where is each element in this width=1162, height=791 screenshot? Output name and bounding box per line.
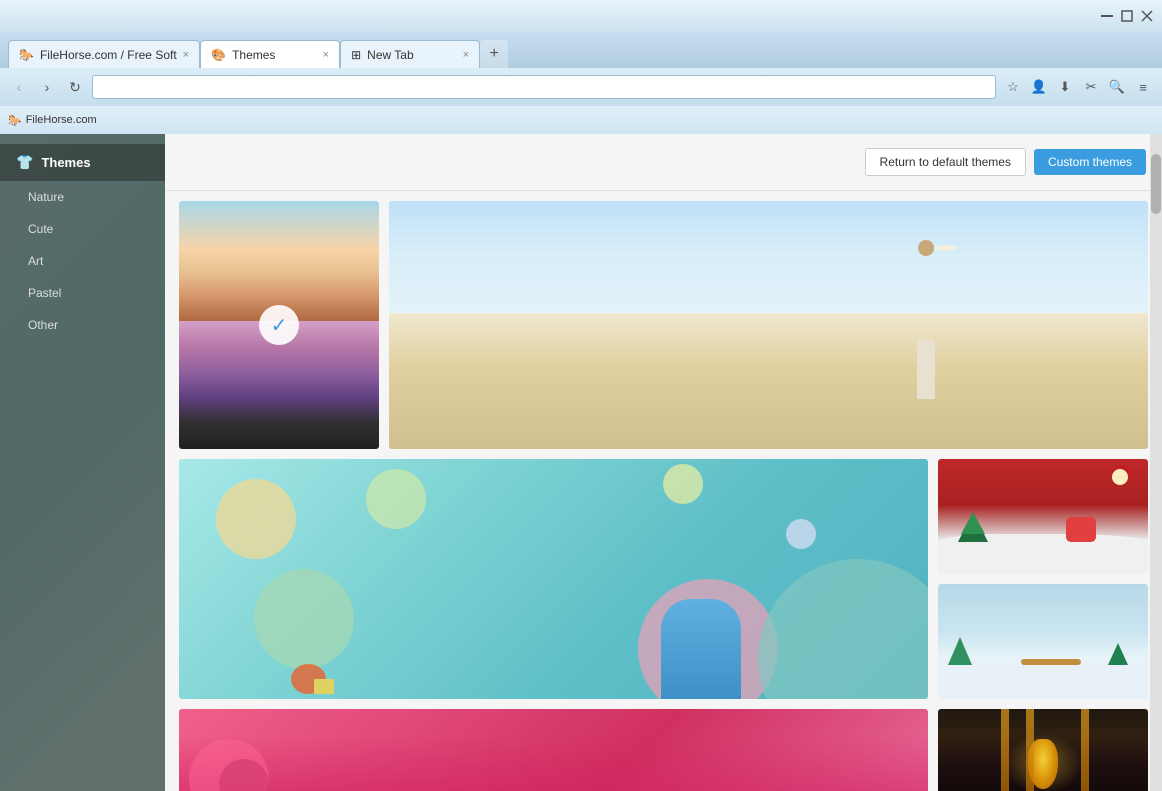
browser-window: 🐎 FileHorse.com / Free Soft × 🎨 Themes ×… [0,0,1162,134]
toy-blocks [314,679,334,694]
theme-top-half [179,201,379,321]
girl-hat [934,245,958,251]
return-default-button[interactable]: Return to default themes [865,148,1026,176]
theme-sunset-mountain[interactable]: ✓ [179,201,379,449]
tab-favicon: 🐎 [19,48,34,62]
tab-label: FileHorse.com / Free Soft [40,48,177,62]
maximize-button[interactable] [1120,9,1134,23]
tab-close-filehorse[interactable]: × [183,49,189,61]
selected-checkmark: ✓ [259,305,299,345]
tab-favicon-newtab: ⊞ [351,48,361,62]
theme-colorful-bubbles[interactable] [179,459,928,699]
custom-themes-button[interactable]: Custom themes [1034,149,1146,175]
sled-area [1001,655,1127,665]
bookmark-filehorse[interactable]: 🐎 FileHorse.com [8,114,97,127]
toolbar-icons: ☆ 👤 ⬇ ✂ 🔍 ≡ [1002,76,1154,98]
theme-beach-girl[interactable] [389,201,1148,449]
bubbles-background [179,459,928,699]
beach-background [389,201,1148,449]
minimize-button[interactable] [1100,9,1114,23]
theme-lantern-art[interactable] [938,709,1148,791]
sidebar-item-cute[interactable]: Cute [0,213,165,245]
download-icon[interactable]: ⬇ [1054,76,1076,98]
scroll-thumb[interactable] [1151,154,1161,214]
sidebar-item-pastel[interactable]: Pastel [0,277,165,309]
address-input[interactable] [92,75,996,99]
themes-row-2 [179,459,1148,699]
bookmark-icon[interactable]: ☆ [1002,76,1024,98]
window-controls [1100,9,1154,23]
sidebar-nav: 👕 Themes Nature Cute Art Pastel Other [0,134,165,341]
tab-filehorse[interactable]: 🐎 FileHorse.com / Free Soft × [8,40,200,68]
tab-themes[interactable]: 🎨 Themes × [200,40,340,68]
bookmark-label: FileHorse.com [26,114,97,126]
search-icon[interactable]: 🔍 [1106,76,1128,98]
themes-grid: ✓ [165,191,1162,791]
themes-icon: 👕 [16,154,33,171]
sidebar-item-art[interactable]: Art [0,245,165,277]
tab-close-themes[interactable]: × [323,49,329,61]
close-button[interactable] [1140,9,1154,23]
menu-icon[interactable]: ≡ [1132,76,1154,98]
themes-header: Return to default themes Custom themes [165,134,1162,191]
tab-label-newtab: New Tab [367,48,413,62]
themes-row-1: ✓ [179,201,1148,449]
content-area: 👕 Themes Nature Cute Art Pastel Other Re… [0,134,1162,791]
pink-art-background [179,709,928,791]
theme-christmas[interactable] [938,459,1148,574]
theme-pink-art[interactable] [179,709,928,791]
new-tab-button[interactable]: + [480,40,508,68]
girl-body [917,339,935,399]
cute-right-column [938,459,1148,699]
sidebar-item-other[interactable]: Other [0,309,165,341]
sidebar-item-nature[interactable]: Nature [0,181,165,213]
christmas-background [938,459,1148,574]
back-button[interactable]: ‹ [8,76,30,98]
sidebar-themes-header[interactable]: 👕 Themes [0,144,165,181]
scrollbar[interactable] [1150,134,1162,791]
themes-row-3 [179,709,1148,791]
address-bar: ‹ › ↻ ☆ 👤 ⬇ ✂ 🔍 ≡ [0,68,1162,106]
cartoon-character [661,599,741,699]
bookmark-favicon: 🐎 [8,114,22,127]
title-bar [0,0,1162,32]
forward-button[interactable]: › [36,76,58,98]
person-icon[interactable]: 👤 [1028,76,1050,98]
sidebar: 👕 Themes Nature Cute Art Pastel Other [0,134,165,791]
girl-head [918,240,934,256]
main-panel: Return to default themes Custom themes ✓ [165,134,1162,791]
tab-close-newtab[interactable]: × [463,49,469,61]
sidebar-header-label: Themes [41,155,90,170]
santa-figure [1066,517,1096,542]
lantern-background [938,709,1148,791]
tab-newtab[interactable]: ⊞ New Tab × [340,40,480,68]
scissors-icon[interactable]: ✂ [1080,76,1102,98]
bookmarks-bar: 🐎 FileHorse.com [0,106,1162,134]
tab-bar: 🐎 FileHorse.com / Free Soft × 🎨 Themes ×… [0,32,1162,68]
tab-label-themes: Themes [232,48,275,62]
winter-background [938,584,1148,699]
tab-favicon-themes: 🎨 [211,48,226,62]
theme-winter[interactable] [938,584,1148,699]
refresh-button[interactable]: ↻ [64,76,86,98]
